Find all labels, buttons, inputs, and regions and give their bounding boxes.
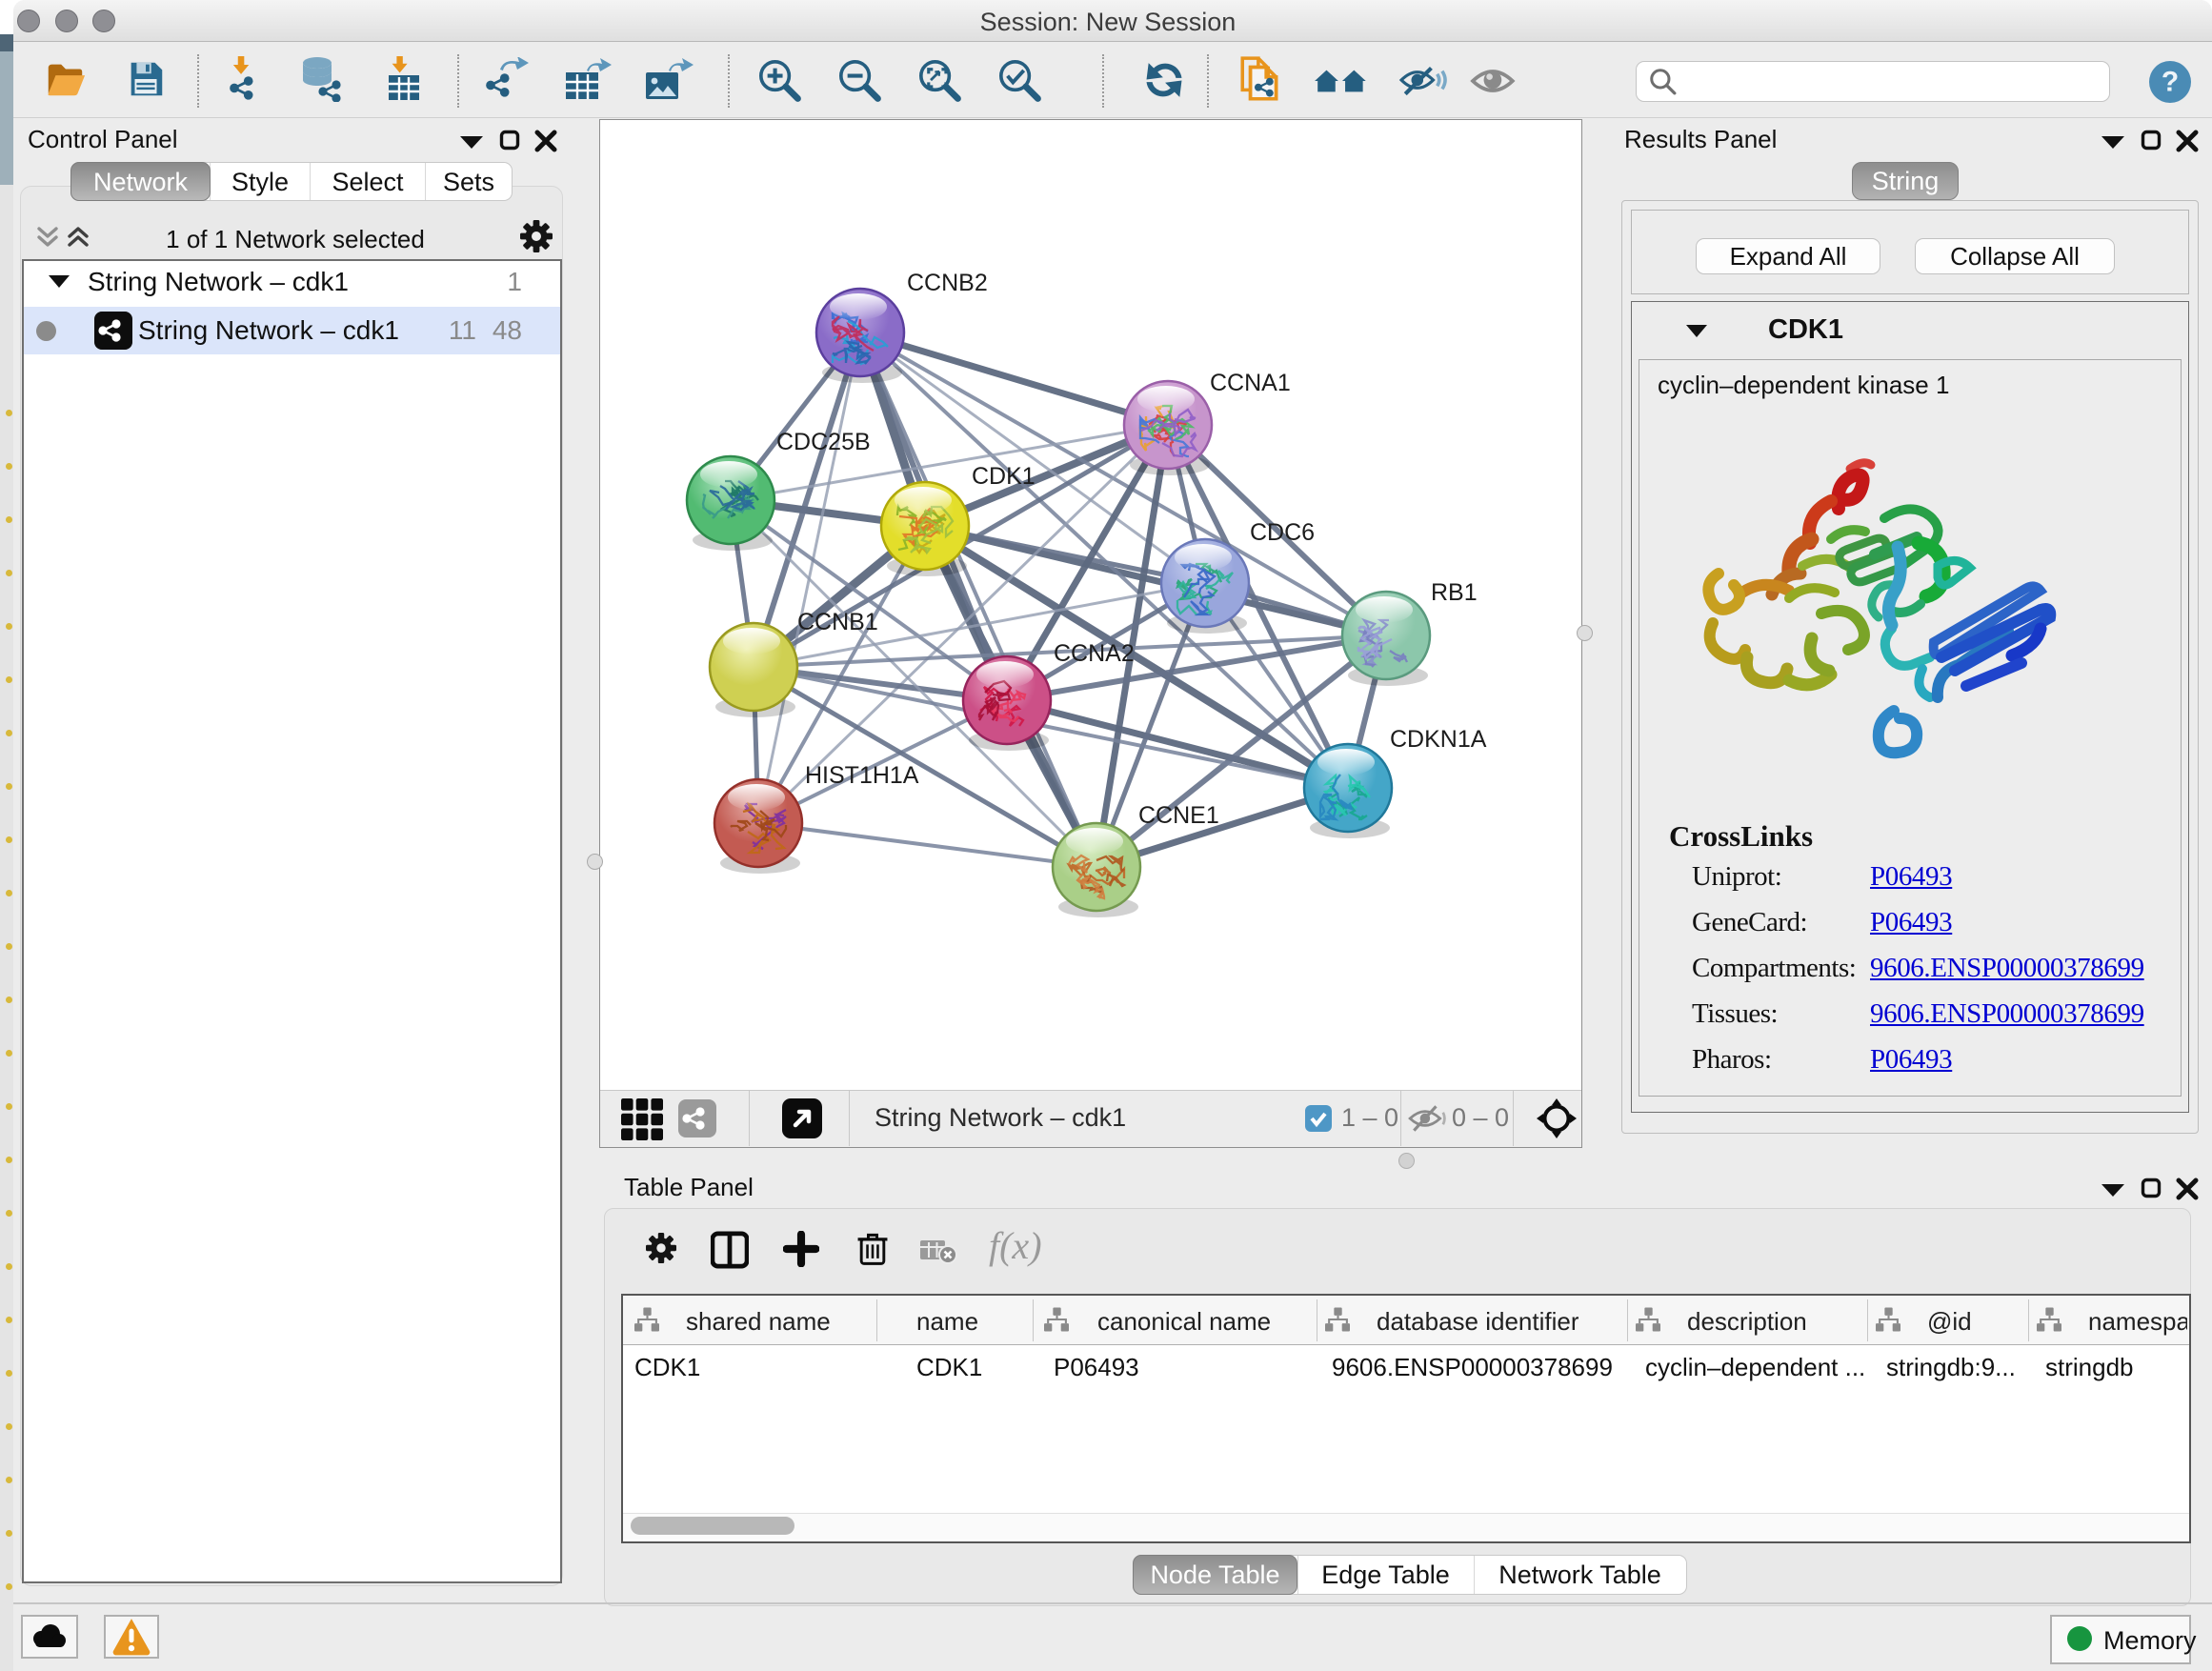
svg-text:CDC6: CDC6 <box>1250 519 1315 546</box>
svg-text:CDKN1A: CDKN1A <box>1390 726 1487 753</box>
svg-text:CDK1: CDK1 <box>972 463 1036 490</box>
svg-text:RB1: RB1 <box>1431 579 1478 606</box>
svg-text:HIST1H1A: HIST1H1A <box>805 762 919 789</box>
svg-text:CCNA1: CCNA1 <box>1210 370 1291 396</box>
svg-text:CCNA2: CCNA2 <box>1054 640 1135 667</box>
svg-text:CCNB2: CCNB2 <box>907 270 988 296</box>
svg-text:?: ? <box>2162 67 2179 98</box>
svg-text:CDC25B: CDC25B <box>776 429 871 455</box>
svg-text:CCNB1: CCNB1 <box>797 609 878 635</box>
svg-text:CCNE1: CCNE1 <box>1138 802 1219 829</box>
